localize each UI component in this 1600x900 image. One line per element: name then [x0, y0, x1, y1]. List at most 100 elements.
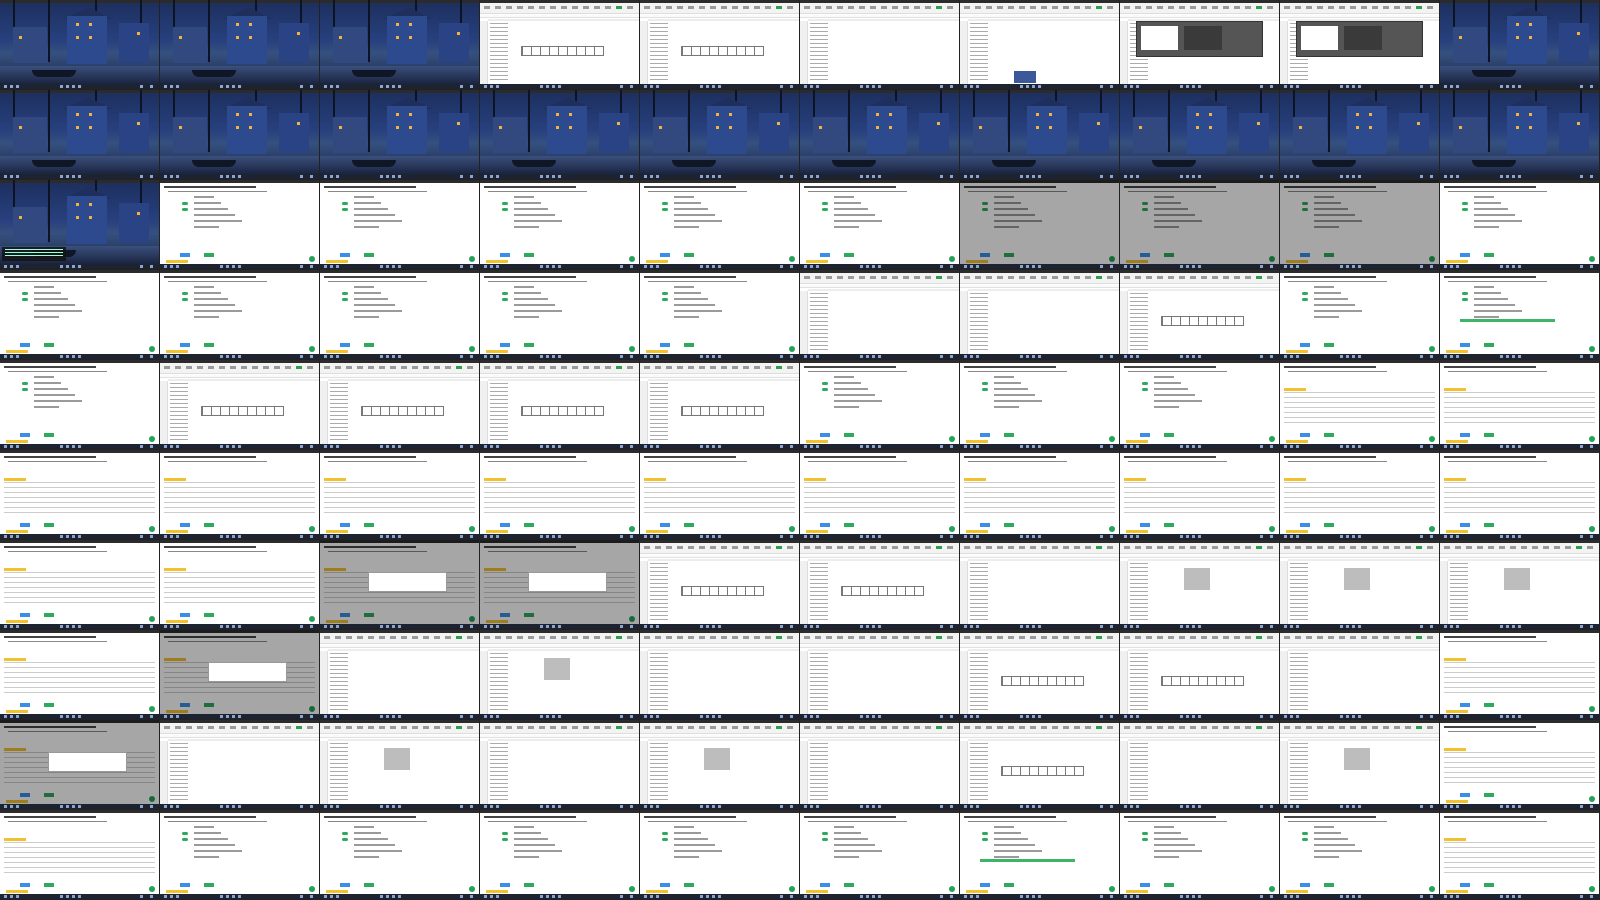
ribbon-tool-icon[interactable] [1477, 546, 1483, 549]
taskbar-app-icon[interactable] [4, 445, 7, 448]
taskbar-app-icon[interactable] [1032, 895, 1035, 898]
taskbar-app-icon[interactable] [804, 535, 807, 538]
form-field[interactable] [834, 832, 861, 834]
taskbar-app-icon[interactable] [546, 535, 549, 538]
taskbar-app-icon[interactable] [866, 445, 869, 448]
submit-button[interactable] [1460, 253, 1470, 257]
taskbar-app-icon[interactable] [60, 355, 63, 358]
taskbar-app-icon[interactable] [1026, 265, 1029, 268]
taskbar-app-icon[interactable] [1512, 535, 1515, 538]
taskbar-app-icon[interactable] [790, 535, 793, 538]
form-field[interactable] [34, 304, 75, 306]
alert-dialog[interactable] [527, 572, 608, 592]
ribbon-tool-icon[interactable] [627, 726, 633, 729]
taskbar-app-icon[interactable] [176, 625, 179, 628]
ribbon-tool-icon[interactable] [1096, 276, 1102, 279]
taskbar-app-icon[interactable] [4, 715, 7, 718]
taskbar-app-icon[interactable] [1130, 625, 1133, 628]
taskbar-app-icon[interactable] [1290, 175, 1293, 178]
formula-bar[interactable] [800, 735, 959, 738]
toggle-switch[interactable] [182, 832, 188, 835]
toggle-switch[interactable] [1302, 838, 1308, 841]
ribbon-tool-icon[interactable] [743, 546, 749, 549]
chat-icon[interactable] [1269, 526, 1275, 532]
taskbar-app-icon[interactable] [1500, 535, 1503, 538]
taskbar-app-icon[interactable] [860, 355, 863, 358]
confirm-button[interactable] [1164, 523, 1174, 527]
taskbar-app-icon[interactable] [1450, 175, 1453, 178]
form-field[interactable] [674, 226, 699, 228]
taskbar-app-icon[interactable] [386, 265, 389, 268]
form-field[interactable] [834, 220, 882, 222]
form-field[interactable] [674, 298, 708, 300]
taskbar-app-icon[interactable] [1346, 265, 1349, 268]
taskbar-app-icon[interactable] [940, 895, 943, 898]
taskbar-app-icon[interactable] [238, 805, 241, 808]
confirm-button[interactable] [364, 523, 374, 527]
taskbar-app-icon[interactable] [656, 625, 659, 628]
form-field[interactable] [1474, 316, 1499, 318]
taskbar-app-icon[interactable] [1444, 535, 1447, 538]
taskbar-app-icon[interactable] [232, 355, 235, 358]
taskbar-app-icon[interactable] [1346, 85, 1349, 88]
ribbon-tool-icon[interactable] [1223, 726, 1229, 729]
form-field[interactable] [674, 196, 694, 198]
ribbon-tool-icon[interactable] [826, 276, 832, 279]
spreadsheet-ribbon[interactable] [800, 3, 959, 14]
taskbar-app-icon[interactable] [1130, 895, 1133, 898]
form-field[interactable] [834, 214, 875, 216]
taskbar-app-icon[interactable] [170, 895, 173, 898]
submit-button[interactable] [820, 523, 830, 527]
ribbon-tool-icon[interactable] [699, 636, 705, 639]
taskbar-app-icon[interactable] [1198, 715, 1201, 718]
frame-sheet[interactable] [640, 0, 800, 90]
taskbar-app-icon[interactable] [16, 445, 19, 448]
frame-sheet[interactable] [960, 0, 1120, 90]
taskbar-app-icon[interactable] [1198, 85, 1201, 88]
ribbon-tool-icon[interactable] [368, 726, 374, 729]
taskbar-app-icon[interactable] [552, 805, 555, 808]
taskbar-app-icon[interactable] [330, 445, 333, 448]
ribbon-tool-icon[interactable] [1107, 726, 1113, 729]
taskbar-app-icon[interactable] [552, 715, 555, 718]
ribbon-tool-icon[interactable] [252, 726, 258, 729]
taskbar-app-icon[interactable] [878, 715, 881, 718]
confirm-button[interactable] [844, 883, 854, 887]
spreadsheet-ribbon[interactable] [640, 3, 799, 14]
taskbar-app-icon[interactable] [1124, 805, 1127, 808]
form-field[interactable] [1474, 304, 1515, 306]
spreadsheet-ribbon[interactable] [1120, 3, 1279, 14]
ribbon-tool-icon[interactable] [208, 366, 214, 369]
taskbar-app-icon[interactable] [810, 85, 813, 88]
taskbar-app-icon[interactable] [1346, 805, 1349, 808]
form-field[interactable] [354, 208, 388, 210]
confirm-button[interactable] [1484, 433, 1494, 437]
data-table[interactable] [521, 406, 604, 417]
taskbar-app-icon[interactable] [656, 535, 659, 538]
ribbon-tool-icon[interactable] [274, 366, 280, 369]
taskbar-app-icon[interactable] [1124, 85, 1127, 88]
chat-icon[interactable] [949, 526, 955, 532]
cell-column[interactable] [1130, 563, 1148, 621]
taskbar-app-icon[interactable] [150, 355, 153, 358]
taskbar-app-icon[interactable] [310, 625, 313, 628]
taskbar-app-icon[interactable] [872, 355, 875, 358]
ribbon-tool-icon[interactable] [1394, 546, 1400, 549]
form-field[interactable] [514, 298, 548, 300]
ribbon-tool-icon[interactable] [986, 276, 992, 279]
taskbar-app-icon[interactable] [866, 85, 869, 88]
ribbon-tool-icon[interactable] [1267, 276, 1273, 279]
ribbon-tool-icon[interactable] [401, 366, 407, 369]
toggle-switch[interactable] [822, 208, 828, 211]
ribbon-tool-icon[interactable] [445, 636, 451, 639]
taskbar-app-icon[interactable] [238, 715, 241, 718]
frame-form[interactable] [1440, 450, 1600, 540]
taskbar-app-icon[interactable] [1270, 265, 1273, 268]
taskbar-app-icon[interactable] [1420, 535, 1423, 538]
frame-sheet[interactable] [800, 630, 960, 720]
taskbar-app-icon[interactable] [72, 445, 75, 448]
taskbar-app-icon[interactable] [630, 265, 633, 268]
ribbon-tool-icon[interactable] [572, 6, 578, 9]
taskbar-app-icon[interactable] [650, 355, 653, 358]
taskbar-app-icon[interactable] [940, 805, 943, 808]
